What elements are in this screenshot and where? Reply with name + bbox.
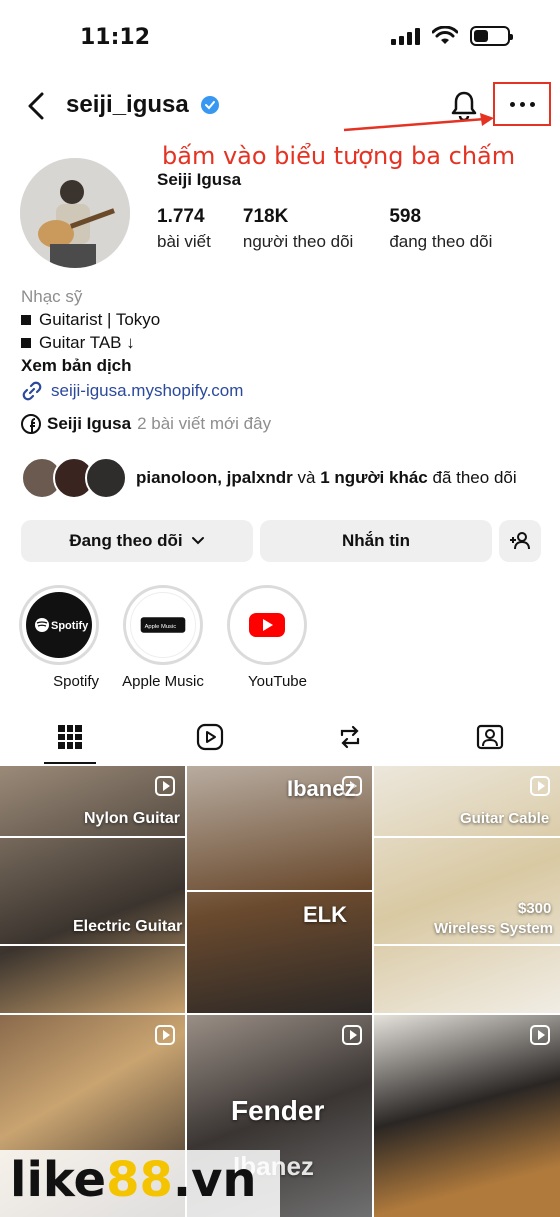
stat-following[interactable]: 598 đang theo dõi	[389, 206, 492, 252]
reel-icon	[342, 1025, 362, 1045]
highlight-apple-music[interactable]: Apple Music Apple Music	[122, 585, 204, 691]
profile-category: Nhạc sỹ	[21, 287, 83, 306]
more-options-button[interactable]	[493, 82, 551, 126]
back-arrow-icon[interactable]	[22, 90, 50, 122]
profile-stats: 1.774 bài viết 718K người theo dõi 598 đ…	[157, 206, 524, 252]
stat-posts[interactable]: 1.774 bài viết	[157, 206, 211, 252]
square-icon	[21, 337, 31, 348]
annotation-arrow-icon	[343, 113, 494, 132]
link-icon	[22, 381, 42, 400]
highlight-label: Spotify	[53, 673, 99, 690]
stat-followers[interactable]: 718K người theo dõi	[243, 206, 353, 252]
reels-tab-icon[interactable]	[195, 722, 225, 752]
highlight-youtube[interactable]: YouTube	[227, 585, 307, 691]
facebook-name: Seiji Igusa	[47, 414, 132, 433]
profile-full-name: Seiji Igusa	[157, 170, 242, 189]
mutual-followers[interactable]: pianoloon, jpalxndr và 1 người khác đã t…	[21, 456, 517, 500]
see-translation-link[interactable]: Xem bản dịch	[21, 354, 541, 377]
following-button[interactable]: Đang theo dõi	[21, 520, 253, 562]
tagged-tab-icon[interactable]	[475, 722, 505, 752]
profile-tabs	[0, 712, 560, 764]
add-person-icon	[510, 532, 530, 550]
reposts-tab-icon[interactable]	[335, 722, 365, 752]
svg-text:Apple Music: Apple Music	[145, 624, 177, 630]
spotify-logo-icon: Spotify	[35, 618, 89, 632]
verified-badge-icon	[201, 96, 219, 114]
highlight-spotify[interactable]: Spotify Spotify	[19, 585, 99, 691]
reel-icon	[155, 776, 175, 796]
avatar-illustration	[20, 158, 130, 268]
highlight-label: YouTube	[248, 673, 307, 690]
chevron-down-icon	[191, 537, 204, 545]
active-tab-indicator	[44, 762, 96, 764]
watermark: like88.vn	[0, 1150, 280, 1217]
post-tile[interactable]	[374, 1015, 560, 1217]
header-username: seiji_igusa	[66, 91, 189, 118]
facebook-meta: 2 bài viết mới đây	[137, 414, 272, 433]
message-button[interactable]: Nhắn tin	[260, 520, 492, 562]
svg-text:Spotify: Spotify	[51, 620, 89, 632]
reel-icon	[530, 776, 550, 796]
post-tile[interactable]: Ibanez ELK	[187, 766, 372, 1013]
reel-icon	[155, 1025, 175, 1045]
youtube-icon	[249, 613, 285, 637]
reel-icon	[530, 1025, 550, 1045]
grid-tab-icon[interactable]	[55, 722, 85, 752]
status-time: 11:12	[80, 25, 151, 50]
mutual-others: 1 người khác	[320, 468, 428, 487]
status-bar: 11:12	[0, 0, 560, 70]
highlight-label: Apple Music	[122, 673, 204, 690]
suggest-people-button[interactable]	[499, 520, 541, 562]
apple-music-badge-icon: Apple Music	[140, 617, 186, 633]
signal-icon	[391, 27, 420, 45]
facebook-icon	[21, 414, 41, 434]
profile-bio: Nhạc sỹ Guitarist | Tokyo Guitar TAB ↓ X…	[21, 285, 541, 402]
profile-avatar[interactable]	[20, 158, 130, 268]
more-dots-icon	[509, 101, 535, 107]
profile-website-link[interactable]: seiji-igusa.myshopify.com	[21, 379, 541, 402]
annotation-text: bấm vào biểu tượng ba chấm	[162, 142, 516, 170]
bio-line: Guitar TAB ↓	[39, 333, 135, 352]
battery-icon	[470, 26, 513, 46]
post-tile[interactable]: Guitar Cable $300 Wireless System	[374, 766, 560, 1013]
bio-line: Guitarist | Tokyo	[39, 310, 161, 329]
facebook-link-row[interactable]: Seiji Igusa 2 bài viết mới đây	[21, 414, 271, 434]
square-icon	[21, 314, 31, 325]
wifi-icon	[432, 26, 458, 44]
post-tile[interactable]: Nylon Guitar Electric Guitar	[0, 766, 185, 1013]
mutual-avatar	[85, 457, 127, 499]
mutual-names: pianoloon, jpalxndr	[136, 468, 293, 487]
